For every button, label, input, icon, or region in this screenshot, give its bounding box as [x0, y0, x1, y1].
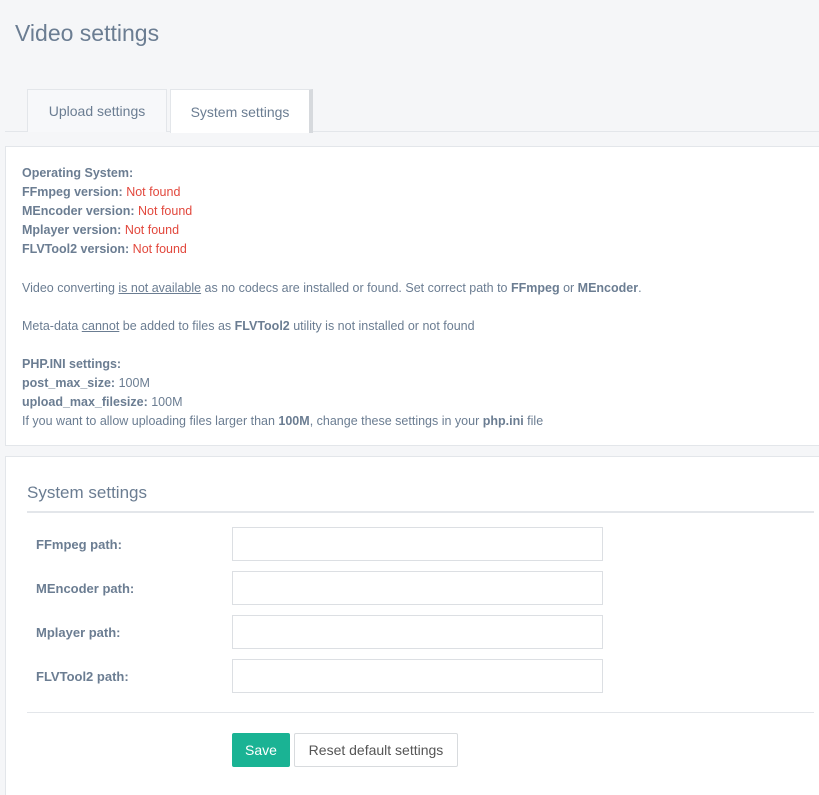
metadata-prefix: Meta-data — [22, 319, 82, 333]
converting-notice: Video converting is not available as no … — [22, 279, 819, 298]
tab-system-settings[interactable]: System settings — [170, 89, 313, 133]
upload-max-filesize-label: upload_max_filesize: — [22, 395, 148, 409]
tab-bar: Upload settings System settings — [5, 89, 819, 133]
php-note-prefix: If you want to allow uploading files lar… — [22, 414, 279, 428]
metadata-suffix: utility is not installed or not found — [289, 319, 475, 333]
converting-or: or — [559, 281, 578, 295]
ffmpeg-version-line: FFmpeg version: Not found — [22, 183, 819, 202]
php-note-file: php.ini — [482, 414, 524, 428]
ffmpeg-version-value: Not found — [126, 185, 181, 199]
post-max-size-value: 100M — [115, 376, 150, 390]
upload-max-filesize-line: upload_max_filesize: 100M — [22, 393, 819, 412]
converting-ffmpeg: FFmpeg — [510, 281, 560, 295]
converting-mencoder: MEncoder — [577, 281, 639, 295]
form-title: System settings — [27, 483, 814, 513]
os-line: Operating System: — [22, 164, 819, 183]
mencoder-path-input[interactable] — [232, 571, 603, 605]
flvtool-path-input[interactable] — [232, 659, 603, 693]
mplayer-version-line: Mplayer version: Not found — [22, 221, 819, 240]
tab-upload-settings[interactable]: Upload settings — [27, 89, 167, 132]
mencoder-version-line: MEncoder version: Not found — [22, 202, 819, 221]
post-max-size-label: post_max_size: — [22, 376, 116, 390]
reset-default-settings-button[interactable]: Reset default settings — [294, 733, 458, 767]
metadata-cannot: cannot — [81, 319, 120, 333]
metadata-flvtool: FLVTool2 — [234, 319, 290, 333]
mplayer-version-label: Mplayer version: — [22, 223, 122, 237]
converting-middle: as no codecs are installed or found. Set… — [201, 281, 511, 295]
php-heading: PHP.INI settings: — [22, 355, 819, 374]
mencoder-version-value: Not found — [138, 204, 193, 218]
upload-max-filesize-value: 100M — [147, 395, 183, 409]
converting-suffix: . — [638, 281, 642, 295]
ffmpeg-version-label: FFmpeg version: — [22, 185, 123, 199]
metadata-notice: Meta-data cannot be added to files as FL… — [22, 317, 819, 336]
converting-prefix: Video converting — [22, 281, 119, 295]
flvtool-version-value: Not found — [132, 242, 187, 256]
flvtool-version-line: FLVTool2 version: Not found — [22, 240, 819, 259]
php-note-middle: , change these settings in your — [309, 414, 483, 428]
save-button[interactable]: Save — [232, 733, 290, 767]
form-divider — [27, 712, 814, 713]
mplayer-path-label: Mplayer path: — [36, 625, 121, 640]
ffmpeg-path-label: FFmpeg path: — [36, 537, 122, 552]
php-note-suffix: file — [523, 414, 544, 428]
system-info-panel: Operating System: FFmpeg version: Not fo… — [5, 146, 819, 446]
php-heading-text: PHP.INI settings: — [22, 357, 122, 371]
flvtool-version-label: FLVTool2 version: — [22, 242, 130, 256]
mplayer-path-input[interactable] — [232, 615, 603, 649]
mencoder-version-label: MEncoder version: — [22, 204, 135, 218]
page-title: Video settings — [15, 20, 160, 46]
ffmpeg-path-input[interactable] — [232, 527, 603, 561]
converting-unavailable: is not available — [118, 281, 202, 295]
os-label: Operating System: — [22, 166, 134, 180]
php-note-size: 100M — [278, 414, 310, 428]
flvtool-path-label: FLVTool2 path: — [36, 669, 129, 684]
mplayer-version-value: Not found — [124, 223, 180, 237]
post-max-size-line: post_max_size: 100M — [22, 374, 819, 393]
system-settings-form: System settings FFmpeg path: MEncoder pa… — [5, 456, 819, 795]
metadata-middle: be added to files as — [119, 319, 235, 333]
mencoder-path-label: MEncoder path: — [36, 581, 135, 596]
php-note: If you want to allow uploading files lar… — [22, 412, 819, 431]
